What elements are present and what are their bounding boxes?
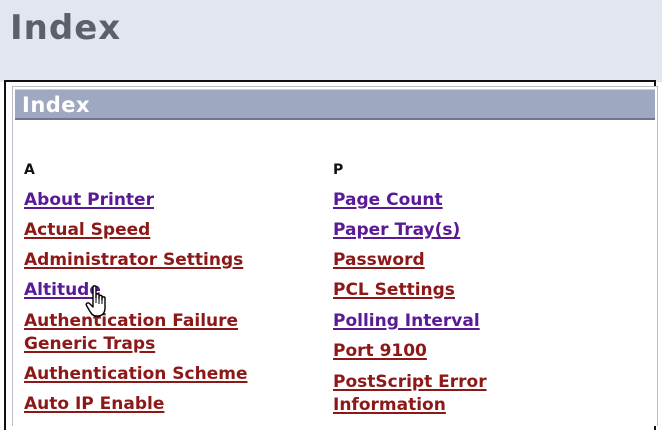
panel-header — [15, 89, 655, 120]
link-paper-trays[interactable]: Paper Tray(s) — [333, 219, 460, 242]
link-authentication-failure-generic-traps[interactable]: Authentication Failure Generic Traps — [24, 310, 238, 356]
link-administrator-settings[interactable]: Administrator Settings — [24, 249, 243, 272]
link-port-9100[interactable]: Port 9100 — [333, 340, 427, 363]
link-auto-ip-enable[interactable]: Auto IP Enable — [24, 393, 164, 416]
link-page-count[interactable]: Page Count — [333, 189, 443, 212]
link-authentication-scheme[interactable]: Authentication Scheme — [24, 363, 247, 386]
link-postscript-error-information[interactable]: PostScript Error Information — [333, 371, 487, 417]
page-title: Index — [10, 8, 122, 48]
link-password[interactable]: Password — [333, 249, 425, 272]
panel-title: Index — [22, 93, 91, 117]
link-pcl-settings[interactable]: PCL Settings — [333, 279, 455, 302]
index-column-a: About Printer Actual Speed Administrator… — [24, 189, 247, 419]
hand-pointer-icon — [85, 285, 106, 317]
index-column-p: Page Count Paper Tray(s) Password PCL Se… — [333, 189, 487, 419]
link-about-printer[interactable]: About Printer — [24, 189, 154, 212]
link-polling-interval[interactable]: Polling Interval — [333, 310, 480, 333]
link-line-2: Information — [333, 395, 446, 415]
link-line-2: Generic Traps — [24, 334, 156, 354]
index-letter-p: P — [333, 162, 344, 178]
link-line-1: Authentication Failure — [24, 311, 239, 331]
link-line-1: PostScript Error — [333, 372, 487, 392]
index-letter-a: A — [24, 162, 35, 178]
link-actual-speed[interactable]: Actual Speed — [24, 219, 150, 242]
